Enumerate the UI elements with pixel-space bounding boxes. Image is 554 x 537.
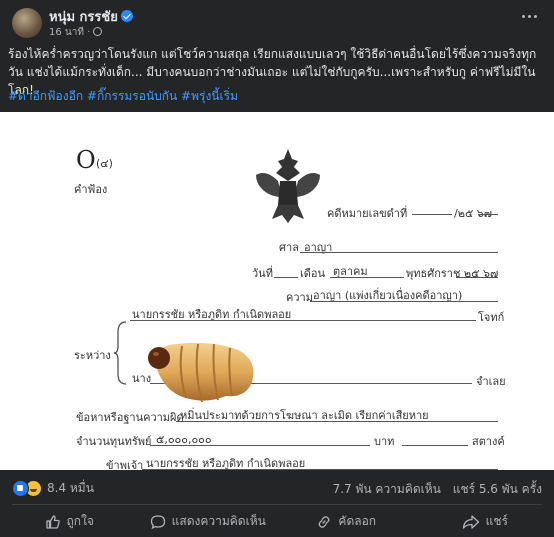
form-symbol: O (76, 146, 96, 174)
court-value: อาญา (304, 241, 333, 254)
post-header: หนุ่ม กรรชัย 16 นาที · (0, 0, 554, 40)
verified-badge-icon (120, 10, 133, 22)
comment-button[interactable]: แสดงความคิดเห็น (139, 506, 278, 537)
case-number-suffix: /๒๕ ๖๗ (454, 207, 493, 220)
garuda-emblem-icon (256, 149, 320, 223)
share-arrow-icon (462, 514, 479, 529)
like-button[interactable]: ถูกใจ (0, 506, 139, 537)
signer-value: นายกรรชัย หรือภูดิท กำเนิดพลอย (146, 457, 306, 470)
author-name-row[interactable]: หนุ่ม กรรชัย (49, 6, 133, 27)
share-label: แชร์ (485, 514, 508, 528)
comment-count[interactable]: 7.7 พัน ความคิดเห็น (333, 482, 441, 496)
reaction-summary[interactable]: 8.4 หมื่น (12, 479, 94, 498)
date-label: วันที่ (252, 267, 273, 280)
comment-label: แสดงความคิดเห็น (171, 514, 266, 528)
year-label: พุทธศักราช ๒๕ ๖๗ (406, 267, 499, 280)
share-button[interactable]: แชร์ (416, 506, 554, 537)
action-divider (12, 504, 542, 505)
author-name[interactable]: หนุ่ม กรรชัย (49, 10, 118, 25)
like-reaction-icon (12, 480, 29, 497)
case-number-label: คดีหมายเลขดำที่ (327, 207, 408, 220)
satang-label: สตางค์ (472, 435, 505, 448)
defendant-role: จำเลย (476, 375, 506, 388)
month-label: เดือน (300, 267, 326, 280)
globe-icon (93, 27, 103, 36)
share-count[interactable]: แชร์ 5.6 พัน ครั้ง (453, 482, 542, 496)
signer-label: ข้าพเจ้า (106, 459, 144, 470)
like-label: ถูกใจ (66, 514, 94, 528)
comment-bubble-icon (150, 514, 165, 529)
form-number: (๔) (96, 157, 113, 170)
post-time[interactable]: 16 นาที (49, 27, 84, 38)
post-stats: 8.4 หมื่น 7.7 พัน ความคิดเห็น แชร์ 5.6 พ… (0, 470, 554, 504)
form-title: คำฟ้อง (74, 183, 108, 196)
post-actions: ถูกใจ แสดงความคิดเห็น คัดลอก แชร์ (0, 506, 554, 537)
amount-label: จำนวนทุนทรัพย์ (76, 435, 152, 448)
thumbs-up-icon (45, 514, 60, 529)
court-label: ศาล (279, 241, 299, 254)
between-label: ระหว่าง (74, 349, 111, 362)
author-avatar[interactable] (12, 8, 42, 38)
link-icon (318, 515, 330, 528)
copy-button[interactable]: คัดลอก (277, 506, 416, 537)
baht-label: บาท (374, 435, 395, 448)
reaction-count[interactable]: 8.4 หมื่น (47, 479, 94, 498)
more-options-icon[interactable] (522, 10, 542, 22)
charge-label: ข้อหาหรือฐานความผิด (76, 411, 184, 424)
post-hashtags[interactable]: #ด่าอีกฟ้องอีก #กิ๊กรรมรอนับกัน #พรุ่งนี… (8, 87, 238, 106)
post-meta: 16 นาที · (49, 25, 103, 40)
post-image[interactable]: O (๔) คำฟ้อง คดีหมายเลขดำที่ /๒๕ ๖๗ ศาล … (0, 112, 554, 470)
matter-label: ความ (286, 291, 313, 304)
copy-label: คัดลอก (338, 514, 377, 528)
brace-icon (114, 321, 127, 385)
grub-image (148, 342, 254, 403)
engagement-counts: 7.7 พัน ความคิดเห็น แชร์ 5.6 พัน ครั้ง (325, 480, 542, 499)
plaintiff-role: โจทก์ (478, 311, 505, 324)
